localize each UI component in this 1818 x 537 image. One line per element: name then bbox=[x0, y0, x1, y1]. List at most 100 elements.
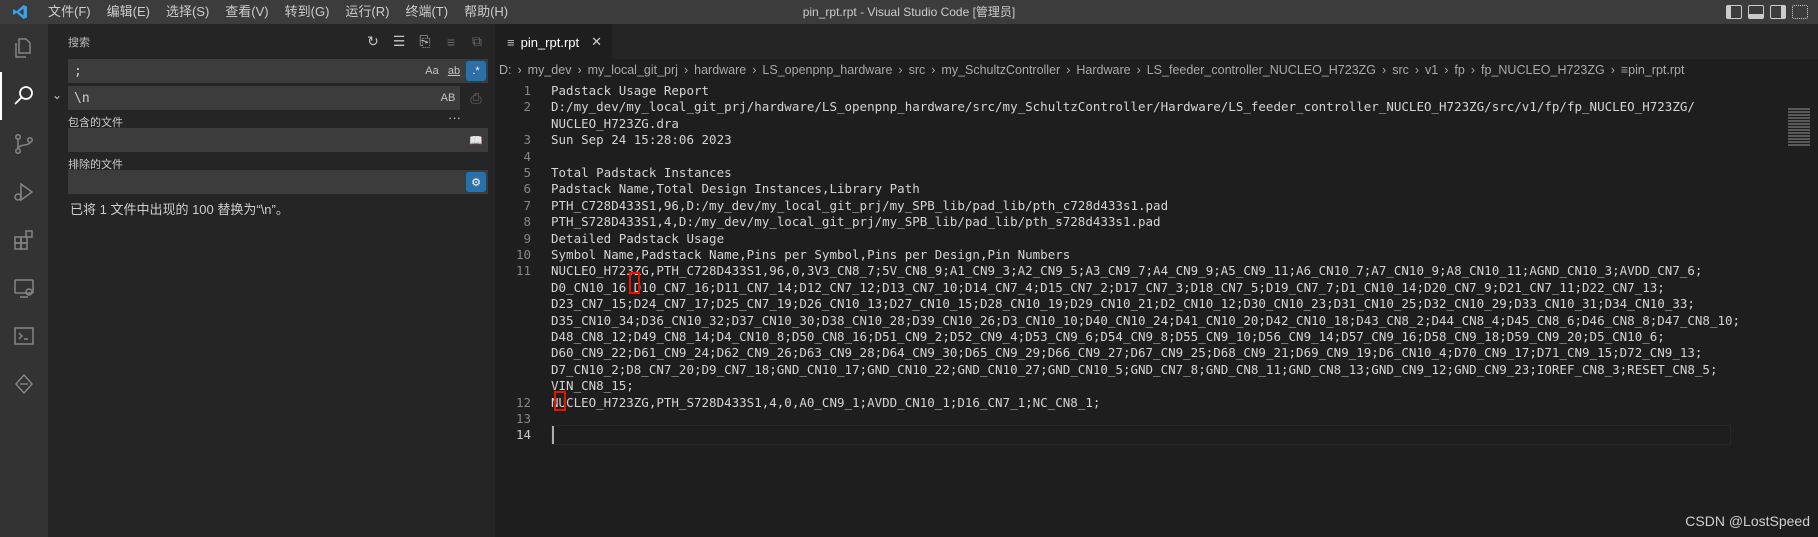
text-cursor bbox=[552, 426, 554, 445]
breadcrumb-separator-icon: › bbox=[517, 63, 522, 77]
match-whole-word-icon[interactable]: ab bbox=[444, 61, 464, 81]
search-icon[interactable] bbox=[0, 72, 48, 120]
breadcrumb-item[interactable]: D: bbox=[499, 63, 512, 77]
menu-bar: 文件(F) 编辑(E) 选择(S) 查看(V) 转到(G) 运行(R) 终端(T… bbox=[40, 0, 516, 24]
breadcrumb-item[interactable]: Hardware bbox=[1076, 63, 1130, 77]
refresh-icon[interactable]: ↻ bbox=[365, 33, 381, 50]
use-regex-icon[interactable]: .* bbox=[466, 61, 486, 81]
line-number: 12 bbox=[515, 394, 531, 410]
breadcrumb-item[interactable]: my_dev bbox=[528, 63, 572, 77]
breadcrumb-item[interactable]: hardware bbox=[694, 63, 746, 77]
menu-go[interactable]: 转到(G) bbox=[277, 0, 338, 24]
code-line: D35_CN10_34;D36_CN10_32;D37_CN10_30;D38_… bbox=[551, 312, 1741, 328]
tab-label: pin_rpt.rpt bbox=[520, 34, 580, 50]
preserve-case-icon[interactable]: AB bbox=[438, 88, 458, 108]
breadcrumb-separator-icon: › bbox=[1444, 63, 1449, 77]
open-editors-only-icon[interactable]: 📖 bbox=[466, 130, 486, 150]
breadcrumb-separator-icon: › bbox=[577, 63, 582, 77]
toggle-panel-icon[interactable] bbox=[1748, 5, 1764, 19]
breadcrumb-item[interactable]: fp_NUCLEO_H723ZG bbox=[1481, 63, 1605, 77]
code-line: Padstack Usage Report bbox=[551, 83, 710, 98]
customize-layout-icon[interactable] bbox=[1792, 5, 1808, 19]
breadcrumb-item[interactable]: LS_openpnp_hardware bbox=[762, 63, 892, 77]
files-to-exclude-input[interactable]: ⚙ bbox=[68, 170, 488, 194]
breadcrumb-separator-icon: › bbox=[898, 63, 903, 77]
minimap[interactable] bbox=[1788, 108, 1810, 148]
code-editor[interactable]: 1 Padstack Usage Report 2 D:/my_dev/my_loca… bbox=[495, 81, 1818, 537]
breadcrumb-item[interactable]: LS_feeder_controller_NUCLEO_H723ZG bbox=[1147, 63, 1376, 77]
code-line: PTH_S728D433S1,4,D:/my_dev/my_local_git_… bbox=[551, 214, 1161, 230]
current-line-highlight bbox=[551, 425, 1731, 446]
extra-icon[interactable] bbox=[0, 360, 48, 408]
toggle-replace-icon[interactable]: ⌄ bbox=[52, 88, 64, 102]
code-line: D0_CN10_16;D10_CN7_16;D11_CN7_14;D12_CN7… bbox=[551, 279, 1665, 295]
line-number: 7 bbox=[523, 197, 531, 213]
match-case-icon[interactable]: Aa bbox=[422, 61, 442, 81]
highlight-box bbox=[629, 271, 640, 294]
search-input[interactable]: ; Aa ab .* bbox=[68, 59, 488, 83]
breadcrumb-item[interactable]: my_local_git_prj bbox=[588, 63, 678, 77]
code-line: NUCLEO_H723ZG,PTH_C728D433S1,96,0,3V3_CN… bbox=[551, 263, 1703, 279]
line-number: 5 bbox=[523, 165, 531, 180]
source-control-icon[interactable] bbox=[0, 120, 48, 168]
breadcrumb-item[interactable]: v1 bbox=[1425, 63, 1438, 77]
layout-controls bbox=[1726, 0, 1818, 24]
code-line: D:/my_dev/my_local_git_prj/hardware/LS_o… bbox=[551, 99, 1695, 115]
code-line: NUCLEO_H723ZG.dra bbox=[551, 115, 679, 131]
code-line: D23_CN7_15;D24_CN7_17;D25_CN7_19;D26_CN1… bbox=[551, 296, 1695, 312]
new-search-editor-icon[interactable]: ⎘ bbox=[417, 33, 433, 50]
breadcrumb: D: › my_dev › my_local_git_prj › hardware › LS_o… bbox=[495, 59, 1818, 81]
line-number: 4 bbox=[523, 148, 531, 164]
menu-help[interactable]: 帮助(H) bbox=[456, 0, 516, 24]
menu-selection[interactable]: 选择(S) bbox=[158, 0, 217, 24]
use-exclude-settings-icon[interactable]: ⚙ bbox=[466, 172, 486, 192]
menu-run[interactable]: 运行(R) bbox=[337, 0, 397, 24]
editor-area: ≡ pin_rpt.rpt ✕ D: › my_dev › my_local_git_p… bbox=[495, 24, 1818, 537]
terminal-icon[interactable] bbox=[0, 312, 48, 360]
breadcrumb-item[interactable]: src bbox=[909, 63, 926, 77]
line-number: 11 bbox=[515, 263, 531, 279]
breadcrumb-separator-icon: › bbox=[1382, 63, 1387, 77]
code-line: D60_CN9_22;D61_CN9_24;D62_CN9_26;D63_CN9… bbox=[551, 345, 1703, 361]
files-to-include-input[interactable]: 📖 bbox=[68, 128, 488, 152]
line-number: 14 bbox=[515, 427, 531, 443]
code-line: Detailed Padstack Usage bbox=[551, 230, 725, 246]
remote-explorer-icon[interactable] bbox=[0, 264, 48, 312]
breadcrumb-separator-icon: › bbox=[1066, 63, 1071, 77]
breadcrumb-item[interactable]: fp bbox=[1454, 63, 1464, 77]
breadcrumb-separator-icon: › bbox=[1470, 63, 1476, 77]
file-icon: ≡ bbox=[1620, 63, 1629, 77]
menu-terminal[interactable]: 终端(T) bbox=[397, 0, 456, 24]
search-sidebar: 搜索 ↻ ☰ ⎘ ≡ ⧉ ⌄ ; Aa ab .* \n AB ⎙ ··· 包含 bbox=[48, 24, 495, 537]
close-icon[interactable]: ✕ bbox=[591, 34, 602, 50]
collapse-all-icon[interactable]: ⧉ bbox=[469, 33, 485, 50]
explorer-icon[interactable] bbox=[0, 24, 48, 72]
breadcrumb-separator-icon: › bbox=[1414, 63, 1420, 77]
replace-result-message: 已将 1 文件中出现的 100 替换为“\n”。 bbox=[70, 202, 289, 217]
highlight-box bbox=[554, 390, 566, 411]
clear-results-icon[interactable]: ☰ bbox=[391, 33, 407, 50]
run-debug-icon[interactable] bbox=[0, 168, 48, 216]
breadcrumb-item[interactable]: my_SchultzController bbox=[941, 63, 1060, 77]
tab-pin-rpt[interactable]: ≡ pin_rpt.rpt ✕ bbox=[495, 24, 613, 59]
extensions-icon[interactable] bbox=[0, 216, 48, 264]
menu-file[interactable]: 文件(F) bbox=[40, 0, 99, 24]
sidebar-header: 搜索 ↻ ☰ ⎘ ≡ ⧉ bbox=[48, 24, 495, 59]
toggle-secondary-sidebar-icon[interactable] bbox=[1770, 5, 1786, 19]
breadcrumb-item[interactable]: pin_rpt.rpt bbox=[1628, 63, 1684, 77]
breadcrumb-item[interactable]: src bbox=[1392, 63, 1409, 77]
replace-input[interactable]: \n AB bbox=[68, 86, 460, 110]
more-options-icon[interactable]: ··· bbox=[448, 110, 461, 125]
view-as-tree-icon[interactable]: ≡ bbox=[443, 34, 459, 50]
vscode-logo-icon[interactable] bbox=[0, 0, 40, 24]
menu-view[interactable]: 查看(V) bbox=[217, 0, 276, 24]
replace-all-icon[interactable]: ⎙ bbox=[468, 90, 484, 106]
breadcrumb-separator-icon: › bbox=[1136, 63, 1141, 77]
line-number: 3 bbox=[523, 132, 531, 148]
code-line: Padstack Name,Total Design Instances,Lib… bbox=[551, 181, 920, 197]
file-icon: ≡ bbox=[507, 34, 515, 50]
line-number: 10 bbox=[515, 247, 531, 262]
toggle-sidebar-icon[interactable] bbox=[1726, 5, 1742, 19]
line-number: 9 bbox=[523, 230, 531, 246]
menu-edit[interactable]: 编辑(E) bbox=[99, 0, 158, 24]
